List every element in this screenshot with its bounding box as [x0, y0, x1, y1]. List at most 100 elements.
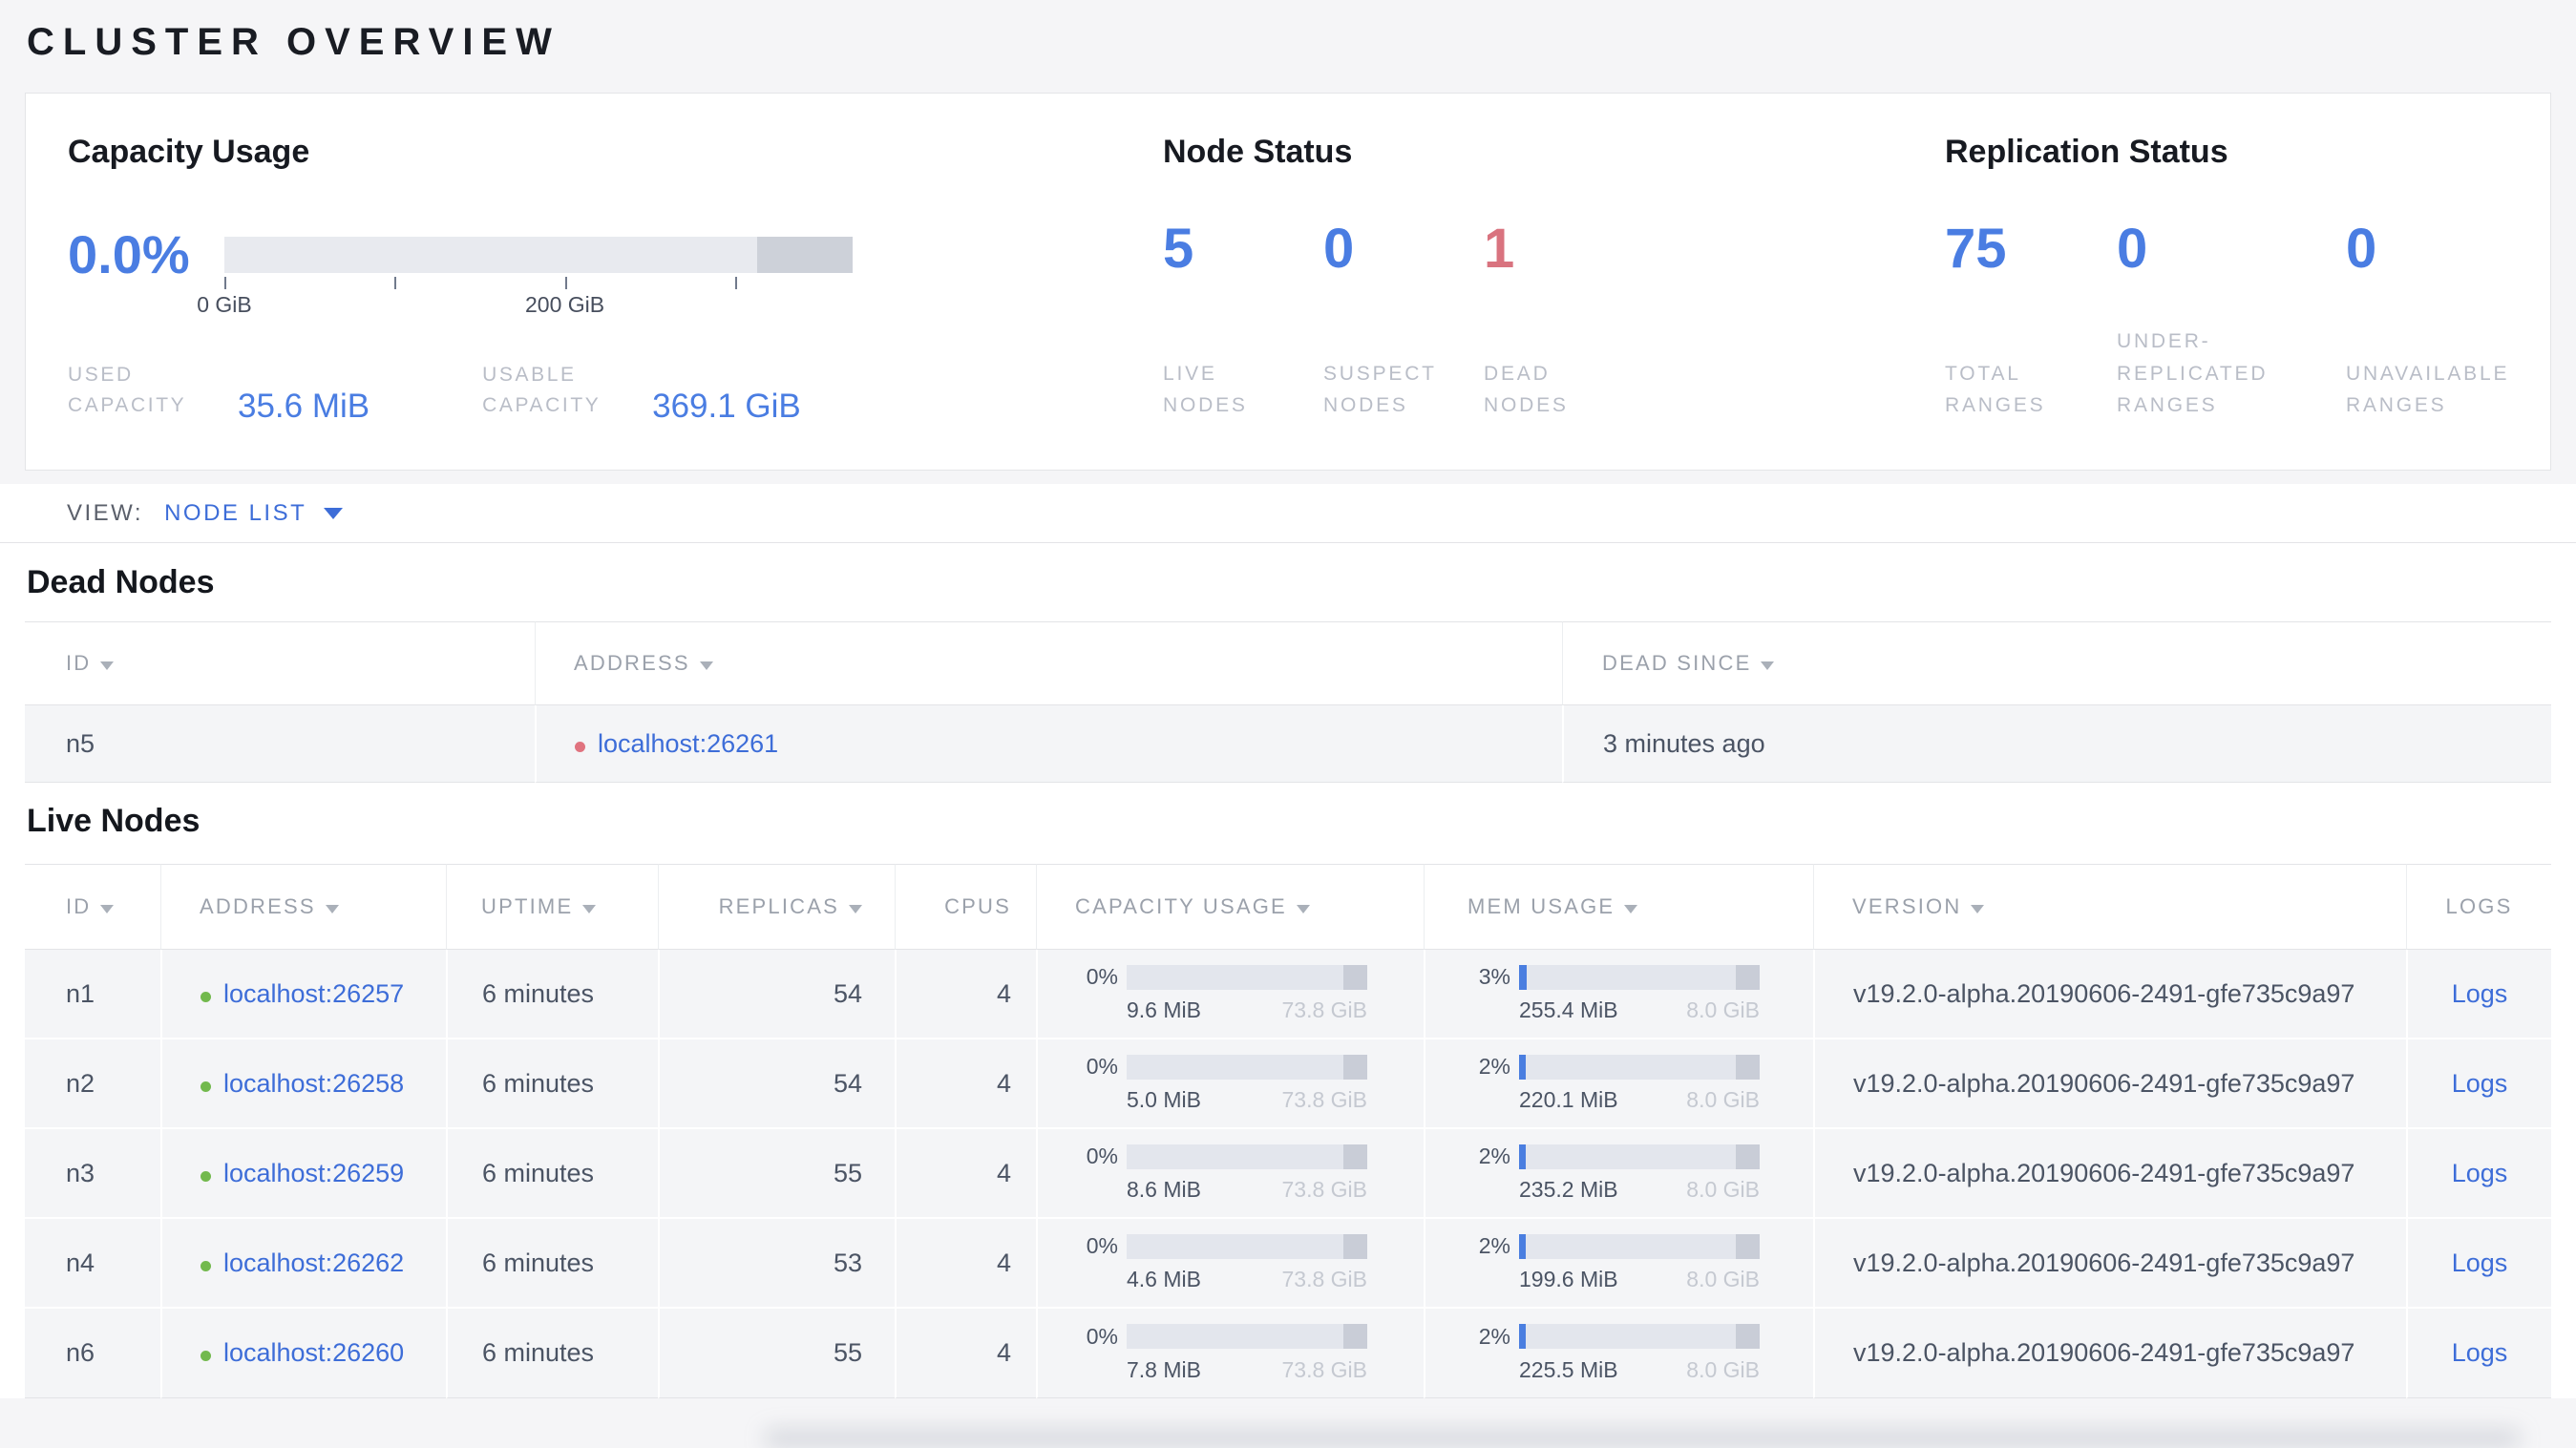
usage-bar-reserved-segment: [1735, 1054, 1760, 1080]
usable-capacity-stat: USABLE CAPACITY 369.1 GiB: [482, 360, 801, 425]
address-link[interactable]: localhost:26261: [598, 729, 778, 758]
usage-bar-reserved-segment: [1342, 964, 1367, 990]
usage-bar-reserved-segment: [1342, 1324, 1367, 1349]
usage-values: 199.6 MiB 8.0 GiB: [1519, 1267, 1760, 1292]
chevron-down-icon[interactable]: [324, 507, 344, 519]
usage-bar: [1519, 964, 1760, 990]
column-header-version[interactable]: VERSION: [1813, 864, 2406, 950]
column-header-dead-since[interactable]: DEAD SINCE: [1562, 621, 2551, 705]
table-row: n6 localhost:26260 6 minutes 55 4 0% 7.8 MiB 73…: [25, 1309, 2551, 1398]
cell-capacity-usage-meter: 0% 7.8 MiB 73.8 GiB: [1076, 1324, 1367, 1383]
cell-cpus: 4: [895, 1219, 1036, 1309]
usage-bar-fill: [1519, 1054, 1526, 1080]
usage-used-value: 5.0 MiB: [1127, 1087, 1201, 1112]
unavailable-ranges-stat: 0 UNAVAILABLE RANGES: [2346, 220, 2509, 422]
cell-cpus: 4: [895, 1039, 1036, 1129]
usage-bar: [1127, 1054, 1367, 1080]
cell-id: n6: [25, 1309, 160, 1398]
column-header-label: ADDRESS: [200, 894, 316, 918]
capacity-gauge-chart: 0 GiB 200 GiB: [197, 237, 853, 319]
column-header-label: ID: [66, 651, 92, 675]
address-link[interactable]: localhost:26257: [223, 979, 404, 1008]
usage-percent: 0%: [1086, 1054, 1118, 1079]
cell-dead-since: 3 minutes ago: [1562, 705, 2551, 783]
usage-values: 220.1 MiB 8.0 GiB: [1519, 1087, 1760, 1113]
cell-capacity-usage: 0% 9.6 MiB 73.8 GiB: [1036, 950, 1424, 1039]
node-live-dot-icon: [201, 1170, 211, 1182]
usage-bar-fill: [1519, 1324, 1526, 1349]
dead-nodes-table-body: n5 localhost:26261 3 minutes ago: [25, 705, 2551, 783]
dead-nodes-label: DEAD NODES: [1484, 362, 1569, 417]
total-ranges-count: 75: [1945, 218, 2007, 280]
cell-capacity-usage: 0% 5.0 MiB 73.8 GiB: [1036, 1039, 1424, 1129]
usable-capacity-value: 369.1 GiB: [652, 388, 801, 425]
under-replicated-ranges-label: UNDER- REPLICATED RANGES: [2117, 330, 2269, 417]
logs-link[interactable]: Logs: [2452, 1159, 2508, 1187]
suspect-nodes-label: SUSPECT NODES: [1323, 362, 1437, 417]
column-header-logs: LOGS: [2406, 864, 2551, 950]
cell-mem-usage: 2% 199.6 MiB 8.0 GiB: [1424, 1219, 1813, 1309]
usage-used-value: 4.6 MiB: [1127, 1267, 1201, 1291]
cell-id: n1: [25, 950, 160, 1039]
usage-bar-reserved-segment: [1735, 964, 1760, 990]
total-ranges-stat: 75 TOTAL RANGES: [1945, 220, 2117, 422]
usage-line: 0%: [1076, 964, 1367, 990]
usage-values: 8.6 MiB 73.8 GiB: [1127, 1177, 1367, 1203]
usage-values: 255.4 MiB 8.0 GiB: [1519, 997, 1760, 1023]
node-status-title: Node Status: [1163, 134, 1353, 170]
address-link[interactable]: localhost:26259: [223, 1159, 404, 1187]
column-header-cpus: CPUS: [895, 864, 1036, 950]
address-link[interactable]: localhost:26262: [223, 1249, 404, 1277]
column-header-replicas[interactable]: REPLICAS: [658, 864, 895, 950]
cell-replicas: 55: [658, 1129, 895, 1219]
usage-percent: 2%: [1478, 1144, 1510, 1168]
sort-caret-icon: [325, 905, 339, 913]
cell-version: v19.2.0-alpha.20190606-2491-gfe735c9a97: [1813, 1129, 2406, 1219]
capacity-gauge-bar: [224, 237, 853, 273]
column-header-uptime[interactable]: UPTIME: [446, 864, 658, 950]
usage-used-value: 8.6 MiB: [1127, 1177, 1201, 1202]
logs-link[interactable]: Logs: [2452, 1338, 2508, 1367]
usage-line: 0%: [1076, 1233, 1367, 1259]
column-header-label: MEM USAGE: [1467, 894, 1615, 918]
address-link[interactable]: localhost:26258: [223, 1069, 404, 1098]
cell-mem-usage: 3% 255.4 MiB 8.0 GiB: [1424, 950, 1813, 1039]
view-label: VIEW:: [67, 499, 144, 526]
sort-caret-icon: [1296, 905, 1310, 913]
cell-version: v19.2.0-alpha.20190606-2491-gfe735c9a97: [1813, 1039, 2406, 1129]
usage-bar: [1519, 1233, 1760, 1259]
usage-bar-fill: [1519, 1233, 1526, 1259]
usage-used-value: 255.4 MiB: [1519, 997, 1618, 1022]
view-selector[interactable]: NODE LIST: [164, 500, 306, 527]
capacity-gauge-reserved-segment: [756, 237, 853, 273]
column-header-address[interactable]: ADDRESS: [160, 864, 446, 950]
sort-caret-icon: [582, 905, 597, 913]
column-header-address[interactable]: ADDRESS: [535, 621, 1562, 705]
usage-values: 225.5 MiB 8.0 GiB: [1519, 1357, 1760, 1383]
column-header-capacity-usage[interactable]: CAPACITY USAGE: [1036, 864, 1424, 950]
column-header-id[interactable]: ID: [25, 864, 160, 950]
usage-total-value: 73.8 GiB: [1281, 997, 1368, 1022]
cell-version: v19.2.0-alpha.20190606-2491-gfe735c9a97: [1813, 950, 2406, 1039]
column-header-label: ID: [66, 894, 92, 918]
gauge-tick-label: 0 GiB: [197, 292, 252, 317]
capacity-usage-panel: Capacity Usage 0.0% 0 GiB 200 GiB USED CA…: [68, 134, 1163, 425]
live-nodes-stat: 5 LIVE NODES: [1163, 220, 1323, 422]
address-link[interactable]: localhost:26260: [223, 1338, 404, 1367]
column-header-id[interactable]: ID: [25, 621, 535, 705]
gauge-tick-label: 200 GiB: [525, 292, 605, 317]
cell-logs: Logs: [2406, 1129, 2551, 1219]
live-nodes-title: Live Nodes: [27, 803, 201, 839]
logs-link[interactable]: Logs: [2452, 1069, 2508, 1098]
usage-values: 235.2 MiB 8.0 GiB: [1519, 1177, 1760, 1203]
node-live-dot-icon: [201, 991, 211, 1002]
sort-caret-icon: [100, 661, 115, 670]
cell-logs: Logs: [2406, 1039, 2551, 1129]
live-nodes-table-head: ID ADDRESS UPTIME REPLICAS CPUS CAPACITY USAG…: [25, 864, 2551, 950]
logs-link[interactable]: Logs: [2452, 979, 2508, 1008]
usage-total-value: 73.8 GiB: [1281, 1087, 1368, 1112]
cluster-summary-card: Capacity Usage 0.0% 0 GiB 200 GiB USED CA…: [25, 93, 2551, 471]
cell-address: localhost:26259: [160, 1129, 446, 1219]
column-header-mem-usage[interactable]: MEM USAGE: [1424, 864, 1813, 950]
logs-link[interactable]: Logs: [2452, 1249, 2508, 1277]
